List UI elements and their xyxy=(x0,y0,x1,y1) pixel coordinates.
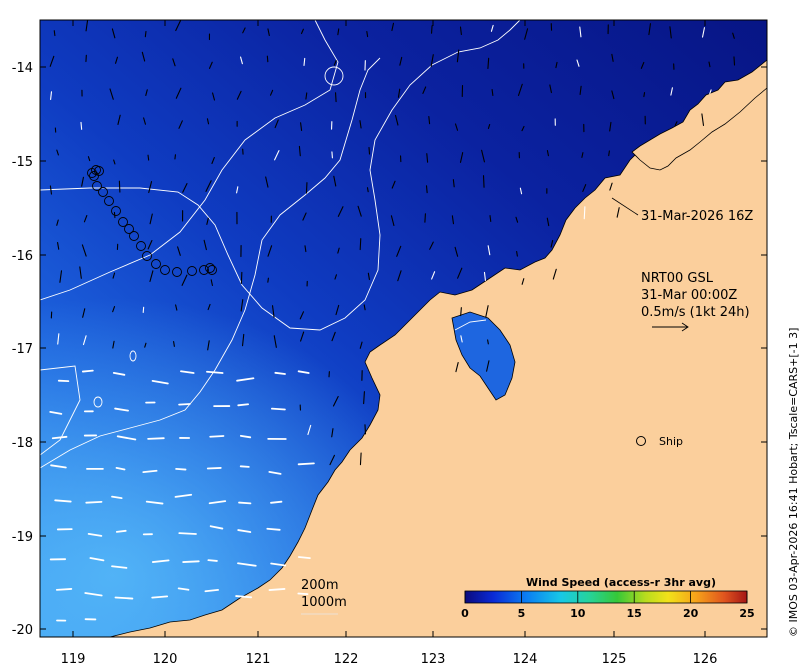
wind-arrow xyxy=(209,435,225,438)
wind-arrow xyxy=(235,595,253,599)
wind-arrow xyxy=(489,215,492,222)
wind-arrow xyxy=(297,462,315,466)
colorbar-tick-label: 0 xyxy=(461,607,469,620)
wind-arrow xyxy=(151,595,169,599)
wind-arrow xyxy=(460,307,462,317)
colorbar-gradient xyxy=(464,590,748,604)
wind-arrow xyxy=(267,277,269,283)
x-tick-label: 126 xyxy=(693,652,718,667)
track-time-label: 31-Mar-2026 16Z xyxy=(641,209,753,224)
wind-arrow xyxy=(175,467,187,471)
wind-arrow xyxy=(115,529,127,533)
ship-label: Ship xyxy=(659,435,683,448)
contour-1000-label: 1000m xyxy=(301,595,347,610)
wind-arrow xyxy=(174,154,176,160)
wind-arrow xyxy=(733,56,736,66)
wind-arrow xyxy=(80,121,83,130)
x-tick-label: 125 xyxy=(602,652,627,667)
wind-arrow xyxy=(363,391,365,405)
wind-arrow xyxy=(482,175,485,188)
wind-arrow xyxy=(428,115,431,125)
wind-arrow xyxy=(608,150,610,157)
wind-arrow xyxy=(297,556,311,559)
y-tick-label: -16 xyxy=(12,249,33,264)
wind-arrow xyxy=(268,588,286,591)
y-tick-label: -14 xyxy=(12,61,33,76)
wind-arrow xyxy=(366,30,369,38)
x-tick-label: 122 xyxy=(334,652,359,667)
credit-text: © IMOS 03-Apr-2026 16:41 Hobart; Tscale=… xyxy=(787,328,800,637)
wind-arrow xyxy=(270,407,286,411)
product-label: NRT00 GSL xyxy=(641,271,714,286)
wind-arrow xyxy=(487,57,490,70)
y-tick-label: -15 xyxy=(12,155,33,170)
wind-arrow xyxy=(270,500,283,504)
wind-arrow xyxy=(238,501,252,505)
wind-arrow xyxy=(359,452,362,466)
wind-arrow xyxy=(303,57,306,66)
wind-arrow xyxy=(147,154,150,161)
wind-arrow xyxy=(81,369,94,373)
wind-arrow xyxy=(114,596,134,600)
wind-arrow xyxy=(426,153,429,163)
wind-arrow xyxy=(359,238,362,251)
wind-arrow xyxy=(53,30,56,37)
wind-arrow xyxy=(144,30,147,38)
y-tick-label: -20 xyxy=(12,623,33,638)
y-tick-label: -17 xyxy=(12,342,33,357)
wind-arrow xyxy=(431,25,433,34)
wind-arrow xyxy=(425,185,428,194)
wind-arrow xyxy=(239,465,250,468)
colorbar-tick-label: 25 xyxy=(739,607,754,620)
wind-arrow xyxy=(366,187,369,193)
wind-arrow xyxy=(85,500,103,504)
wind-arrow xyxy=(274,371,286,375)
wind-arrow xyxy=(206,467,222,470)
wind-arrow xyxy=(207,559,218,562)
wind-arrow xyxy=(516,251,518,257)
product-time-label: 31-Mar 00:00Z xyxy=(641,288,737,303)
colorbar-title: Wind Speed (access-r 3hr avg) xyxy=(526,576,716,589)
y-tick-label: -18 xyxy=(12,436,33,451)
wind-arrow xyxy=(147,437,165,440)
colorbar-tick-label: 15 xyxy=(627,607,642,620)
wind-arrow xyxy=(178,532,197,535)
x-tick-label: 123 xyxy=(421,652,446,667)
x-tick-label: 121 xyxy=(246,652,271,667)
plot-area xyxy=(40,20,767,637)
x-tick-label: 119 xyxy=(61,652,86,667)
colorbar-tick-label: 5 xyxy=(518,607,526,620)
wind-arrow xyxy=(266,527,281,531)
wind-arrow xyxy=(334,92,337,103)
x-tick-label: 120 xyxy=(153,652,178,667)
wind-arrow xyxy=(583,206,586,220)
wind-arrow xyxy=(237,403,250,407)
wind-arrow xyxy=(54,499,72,503)
wind-arrow xyxy=(55,588,73,591)
colorbar-tick-label: 10 xyxy=(570,607,586,620)
wind-arrow xyxy=(364,424,367,435)
wind-arrow xyxy=(182,560,200,563)
colorbar-tick-label: 20 xyxy=(683,607,699,620)
y-tick-label: -19 xyxy=(12,530,33,545)
wind-arrow xyxy=(178,403,191,406)
contour-200-label: 200m xyxy=(301,578,338,593)
x-tick-label: 124 xyxy=(513,652,538,667)
wind-arrow xyxy=(173,340,175,347)
wind-speed-map: 119 120 121 122 123 124 125 126 -14 -15 -16 -17 -18… xyxy=(12,19,800,667)
wind-arrow xyxy=(424,213,426,223)
scale-label: 0.5m/s (1kt 24h) xyxy=(641,305,750,320)
wind-arrow xyxy=(487,339,489,345)
wind-arrow xyxy=(643,92,646,98)
wind-arrow xyxy=(368,146,371,155)
